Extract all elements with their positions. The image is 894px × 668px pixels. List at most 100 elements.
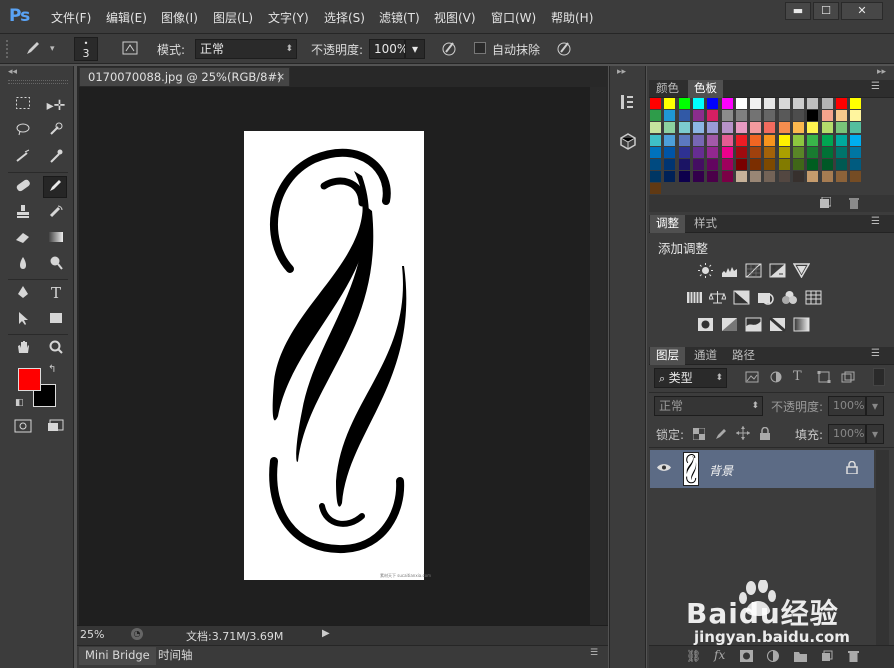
color-swatch[interactable] <box>750 159 762 170</box>
color-swatch[interactable] <box>650 122 661 134</box>
expand-panels-icon[interactable]: ▸▸ <box>617 67 626 77</box>
menu-filter[interactable]: 滤镜(T) <box>379 9 420 26</box>
color-swatch[interactable] <box>707 171 719 183</box>
lock-transparent-icon[interactable] <box>692 427 706 441</box>
tab-layers[interactable]: 图层 <box>650 347 685 365</box>
tab-mini-bridge[interactable]: Mini Bridge <box>79 647 156 665</box>
color-swatch[interactable] <box>678 122 690 134</box>
color-swatch[interactable] <box>821 122 833 134</box>
tab-timeline[interactable]: 时间轴 <box>152 647 199 665</box>
color-swatch[interactable] <box>707 134 719 146</box>
color-swatch[interactable] <box>850 146 862 158</box>
color-swatch[interactable] <box>650 183 661 195</box>
color-swatch[interactable] <box>764 134 776 146</box>
vibrance-icon[interactable] <box>792 263 811 279</box>
eyedropper-tool-icon[interactable] <box>44 148 68 170</box>
close-window-button[interactable]: ✕ <box>841 2 883 20</box>
color-swatch[interactable] <box>793 98 804 109</box>
tab-styles[interactable]: 样式 <box>688 215 723 233</box>
vertical-scrollbar[interactable] <box>590 87 606 625</box>
color-swatch[interactable] <box>721 98 733 109</box>
pressure-opacity-icon[interactable] <box>440 39 458 57</box>
color-swatch[interactable] <box>721 171 733 183</box>
document-tab-close-icon[interactable]: × <box>276 70 285 83</box>
color-swatch[interactable] <box>650 134 661 146</box>
hand-tool-icon[interactable] <box>11 339 35 361</box>
color-swatch[interactable] <box>764 122 776 134</box>
preset-dropdown-arrow-icon[interactable]: ▾ <box>50 44 55 54</box>
menu-help[interactable]: 帮助(H) <box>551 9 593 26</box>
new-layer-icon[interactable] <box>821 650 833 662</box>
color-swatch[interactable] <box>735 110 747 122</box>
color-swatch[interactable] <box>692 122 704 134</box>
pressure-size-icon[interactable] <box>555 39 573 57</box>
color-swatch[interactable] <box>807 171 819 183</box>
blur-tool-icon[interactable] <box>11 255 35 277</box>
filter-adjustment-icon[interactable] <box>769 371 783 383</box>
menu-view[interactable]: 视图(V) <box>434 9 476 26</box>
brush-panel-toggle-icon[interactable] <box>121 39 139 57</box>
color-swatch[interactable] <box>778 110 790 122</box>
color-swatch[interactable] <box>664 98 676 109</box>
hue-saturation-icon[interactable] <box>686 290 703 305</box>
color-swatch[interactable] <box>793 146 804 158</box>
auto-erase-checkbox[interactable] <box>474 42 486 54</box>
selective-color-icon[interactable] <box>769 316 786 333</box>
crop-tool-icon[interactable] <box>11 148 35 170</box>
color-swatch[interactable] <box>678 134 690 146</box>
color-swatch[interactable] <box>764 171 776 183</box>
color-swatch[interactable] <box>764 146 776 158</box>
color-swatch[interactable] <box>793 134 804 146</box>
document-tab[interactable]: 0170070088.jpg @ 25%(RGB/8#) <box>79 67 290 86</box>
collapse-toolbox-icon[interactable]: ◂◂ <box>8 67 17 77</box>
layer-opacity-dropdown[interactable]: ▾ <box>866 396 884 416</box>
tab-adjustments[interactable]: 调整 <box>650 215 685 233</box>
color-swatch[interactable] <box>721 159 733 170</box>
lock-all-icon[interactable] <box>759 426 771 440</box>
color-swatch[interactable] <box>850 98 862 109</box>
color-swatch[interactable] <box>835 110 847 122</box>
color-swatch[interactable] <box>850 110 862 122</box>
color-swatch[interactable] <box>735 134 747 146</box>
color-swatch[interactable] <box>707 122 719 134</box>
color-swatch[interactable] <box>721 110 733 122</box>
color-swatch[interactable] <box>850 134 862 146</box>
color-swatch[interactable] <box>807 159 819 170</box>
color-swatch[interactable] <box>692 98 704 109</box>
color-swatch[interactable] <box>821 134 833 146</box>
status-info-icon[interactable]: ◔ <box>131 628 143 640</box>
lasso-tool-icon[interactable] <box>11 121 35 143</box>
color-balance-icon[interactable] <box>708 290 727 305</box>
color-swatch[interactable] <box>750 110 762 122</box>
layer-filter-select[interactable]: ⌕ 类型 ⬍ <box>654 368 727 388</box>
fill-dropdown[interactable]: ▾ <box>866 424 884 444</box>
menu-edit[interactable]: 编辑(E) <box>106 9 147 26</box>
color-swatch[interactable] <box>750 146 762 158</box>
layers-panel-menu-icon[interactable]: ☰ <box>871 348 880 359</box>
color-swatch[interactable] <box>650 159 661 170</box>
tab-swatches[interactable]: 色板 <box>688 80 723 98</box>
screen-mode-icon[interactable] <box>44 418 68 440</box>
color-swatch[interactable] <box>821 171 833 183</box>
color-swatch[interactable] <box>764 159 776 170</box>
color-swatch[interactable] <box>735 159 747 170</box>
color-swatch[interactable] <box>821 110 833 122</box>
color-swatch[interactable] <box>835 122 847 134</box>
color-swatch[interactable] <box>735 171 747 183</box>
channel-mixer-icon[interactable] <box>781 290 798 305</box>
opacity-input[interactable]: 100% <box>369 39 408 59</box>
filter-shape-icon[interactable] <box>817 371 831 383</box>
tab-color[interactable]: 颜色 <box>650 80 685 98</box>
color-swatch[interactable] <box>835 98 847 109</box>
menu-window[interactable]: 窗口(W) <box>491 9 536 26</box>
color-swatch[interactable] <box>735 122 747 134</box>
path-selection-tool-icon[interactable] <box>11 310 35 332</box>
color-swatch[interactable] <box>778 134 790 146</box>
default-colors-icon[interactable]: ◧ <box>15 398 24 408</box>
photo-filter-icon[interactable] <box>757 290 774 305</box>
eraser-tool-icon[interactable] <box>11 229 35 251</box>
color-swatch[interactable] <box>793 159 804 170</box>
filter-pixel-icon[interactable] <box>745 371 759 383</box>
color-swatch[interactable] <box>793 171 804 183</box>
adjustments-panel-menu-icon[interactable]: ☰ <box>871 216 880 227</box>
